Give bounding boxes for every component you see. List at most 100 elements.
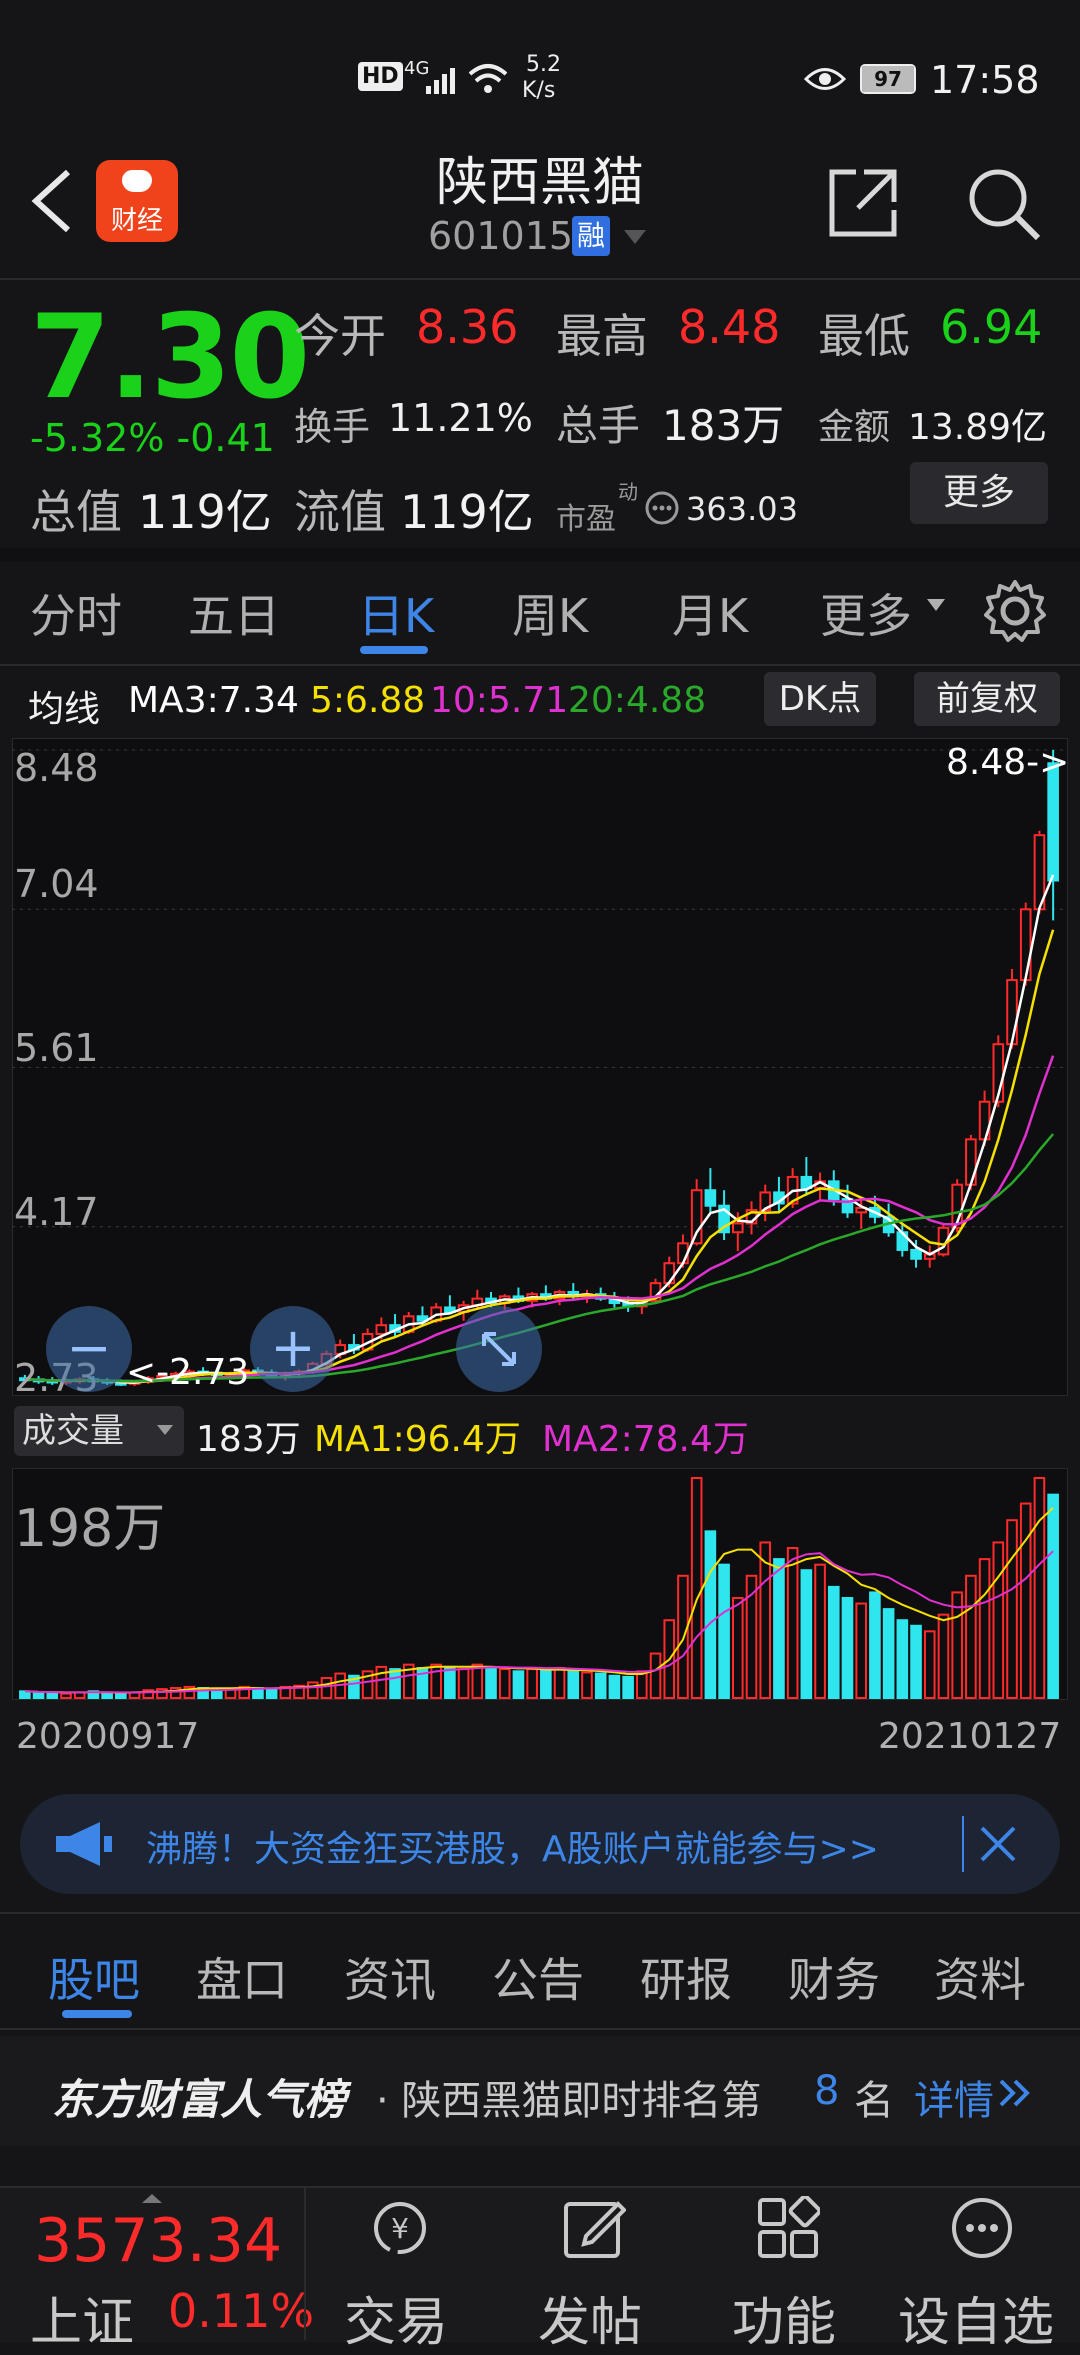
volume-bar [841, 1597, 854, 1699]
fullscreen-button[interactable] [456, 1306, 542, 1392]
tab-orderbook[interactable]: 盘口 [196, 1944, 288, 2010]
high-value: 8.48 [678, 300, 781, 354]
volume-bar [800, 1569, 813, 1699]
signal-icon [426, 68, 455, 94]
zoom-out-button[interactable]: − [46, 1306, 132, 1392]
status-bar: HD 4G 5.2 K/s 97 17:58 [0, 0, 1080, 150]
share-icon[interactable] [826, 166, 900, 240]
dropdown-caret-icon[interactable] [622, 228, 648, 246]
volume-current: 183万 [196, 1419, 301, 1460]
start-date: 20200917 [16, 1716, 200, 1757]
zoom-in-button[interactable]: + [250, 1306, 336, 1392]
volume-bar [389, 1668, 401, 1700]
volume-bar [1019, 1502, 1032, 1699]
promo-banner[interactable]: 沸腾！大资金狂买港股，A股账户就能参与>> [20, 1794, 1060, 1894]
nav-separator [304, 2186, 306, 2340]
ranking-detail-link[interactable]: 详情 [914, 2068, 994, 2126]
tab-daily-k[interactable]: 日K [358, 580, 434, 646]
volume-bar [375, 1665, 388, 1699]
high-marker: 8.48-> [946, 742, 1070, 783]
tab-forum[interactable]: 股吧 [48, 1944, 140, 2010]
adjust-button[interactable]: 前复权 [914, 672, 1060, 726]
candle-body [910, 1248, 922, 1260]
amount-value: 13.89亿 [908, 407, 1048, 448]
volume-bar [910, 1624, 922, 1699]
volume-ma2: MA2:78.4万 [542, 1419, 749, 1460]
pe-label: 市盈 [556, 502, 616, 537]
pe-dynamic-mark: 动 [618, 480, 638, 504]
indicator-select[interactable]: 成交量 [14, 1406, 184, 1456]
hd-indicator: HD [358, 62, 403, 91]
stock-name: 陕西黑猫 [435, 153, 644, 213]
volume-bar [965, 1574, 977, 1699]
dk-point-button[interactable]: DK点 [764, 672, 876, 726]
tab-intraday[interactable]: 分时 [30, 580, 122, 646]
tab-finance[interactable]: 财务 [788, 1944, 880, 2010]
search-icon[interactable] [964, 164, 1044, 244]
tab-announcements[interactable]: 公告 [492, 1944, 584, 2010]
volume-bar [896, 1619, 909, 1700]
volume-bar [46, 1691, 59, 1699]
tab-monthly-k[interactable]: 月K [672, 580, 748, 646]
nav-add-watchlist[interactable]: 设自选 [898, 2280, 1054, 2355]
banner-text: 沸腾！大资金狂买港股，A股账户就能参与>> [146, 1829, 879, 1870]
megaphone-icon [56, 1822, 112, 1866]
kline-chart[interactable] [12, 738, 1068, 1396]
y-axis-label-4: 4.17 [14, 1190, 99, 1234]
volume-bar [444, 1665, 456, 1699]
tab-research[interactable]: 研报 [640, 1944, 732, 2010]
volume-bar [553, 1667, 566, 1699]
index-expand-caret-icon[interactable] [140, 2192, 164, 2204]
tab-five-day[interactable]: 五日 [188, 580, 280, 646]
ranking-unit: 名 [854, 2078, 894, 2124]
compose-icon[interactable] [562, 2196, 626, 2260]
volume-bar [32, 1691, 45, 1699]
volume-bar [594, 1672, 607, 1700]
volume-bar [306, 1681, 319, 1699]
volume-bar [608, 1674, 621, 1699]
tab-weekly-k[interactable]: 周K [512, 580, 588, 646]
volume-bar [923, 1630, 936, 1699]
ma-legend-label: 均线 [28, 689, 101, 730]
apps-grid-icon[interactable] [756, 2196, 820, 2260]
turnover-label: 换手 [294, 405, 371, 449]
nav-functions[interactable]: 功能 [732, 2280, 836, 2355]
trade-icon[interactable]: ¥ [368, 2196, 432, 2260]
end-date: 20210127 [878, 1716, 1062, 1757]
clock: 17:58 [930, 58, 1040, 102]
ranking-number: 8 [814, 2068, 840, 2114]
volume-bar [567, 1670, 580, 1699]
low-label: 最低 [818, 309, 910, 363]
ranking-row[interactable]: 东方财富人气榜 · 陕西黑猫即时排名第 8 名 详情 [0, 2036, 1080, 2146]
volume-chart[interactable] [12, 1468, 1068, 1700]
more-circle-icon[interactable] [950, 2196, 1014, 2260]
turnover-value: 11.21% [388, 396, 533, 440]
amount-label: 金额 [818, 407, 891, 448]
nav-post[interactable]: 发帖 [538, 2280, 642, 2355]
volume-bar [430, 1663, 442, 1700]
nav-trade[interactable]: 交易 [344, 2280, 448, 2355]
index-value[interactable]: 3573.34 [34, 2206, 282, 2276]
volume-value: 183万 [662, 401, 785, 450]
current-price: 7.30 [30, 290, 310, 425]
volume-bar [498, 1668, 511, 1700]
mktcap-value: 119亿 [138, 485, 272, 539]
mktcap-label: 总值 [30, 485, 122, 539]
tab-news[interactable]: 资讯 [344, 1944, 436, 2010]
volume-bar [732, 1597, 744, 1699]
volume-bar [115, 1692, 127, 1700]
pe-info-icon[interactable] [644, 490, 680, 526]
tab-profile[interactable]: 资料 [934, 1944, 1026, 2010]
net-speed-value: 5.2 [526, 52, 561, 77]
battery-level: 97 [862, 66, 914, 92]
volume-bar [581, 1671, 593, 1699]
quote-divider [0, 548, 1080, 562]
more-quote-button[interactable]: 更多 [910, 462, 1048, 524]
settings-gear-icon[interactable] [982, 578, 1048, 644]
eye-icon [804, 68, 846, 90]
tabs-divider [0, 664, 1080, 666]
active-tab-indicator [360, 646, 428, 654]
float-cap-value: 119亿 [400, 485, 534, 539]
close-icon[interactable] [978, 1824, 1018, 1864]
tab-more[interactable]: 更多 [820, 580, 912, 646]
